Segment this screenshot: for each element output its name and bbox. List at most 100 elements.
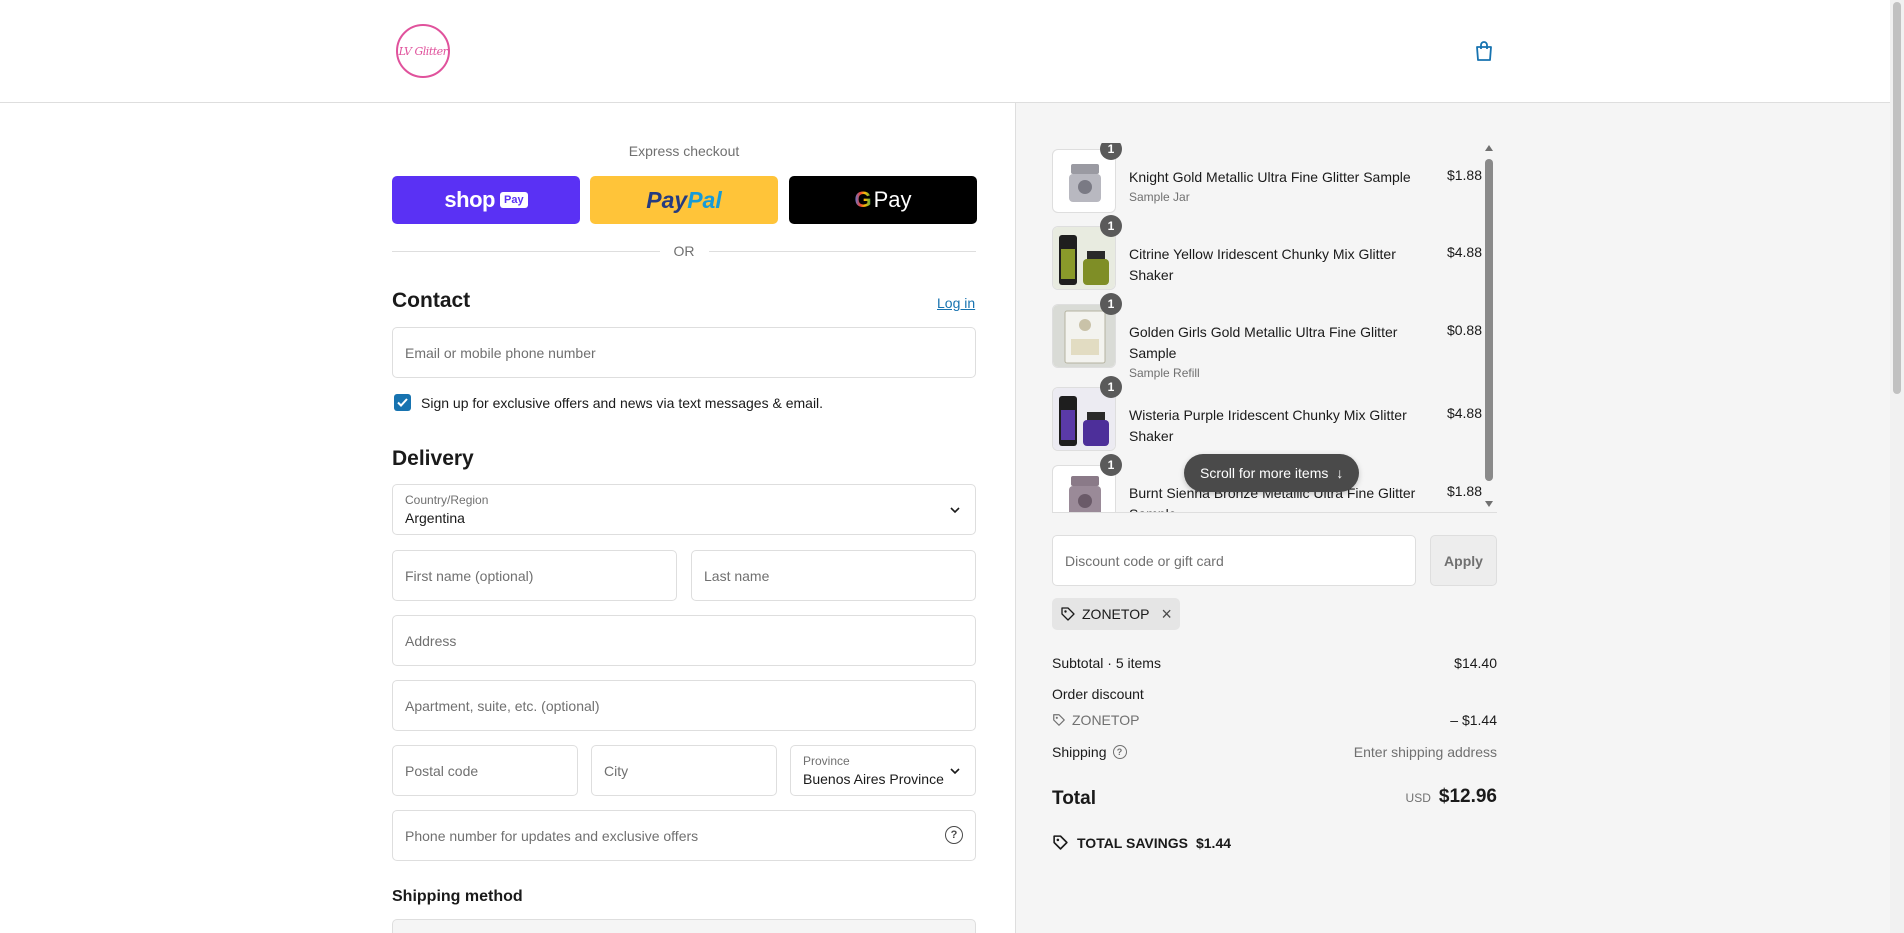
total-savings-row: TOTAL SAVINGS $1.44	[1052, 834, 1231, 851]
scroll-up-arrow-icon[interactable]	[1485, 145, 1493, 151]
shop-pay-button[interactable]: shop Pay	[392, 176, 580, 224]
currency-code: USD	[1405, 791, 1431, 805]
subtotal-row: Subtotal · 5 items $14.40	[1052, 655, 1497, 671]
arrow-down-icon: ↓	[1336, 465, 1344, 481]
check-icon	[397, 398, 408, 407]
postal-code-placeholder: Postal code	[405, 763, 479, 779]
apartment-placeholder: Apartment, suite, etc. (optional)	[405, 698, 600, 714]
last-name-placeholder: Last name	[704, 568, 770, 584]
contact-heading: Contact	[392, 289, 471, 312]
savings-value: $1.44	[1195, 834, 1232, 851]
store-logo[interactable]: LV Glitter	[396, 24, 450, 78]
total-value: $12.96	[1438, 786, 1497, 807]
item-price: $1.88	[1446, 483, 1482, 499]
item-price: $1.88	[1446, 167, 1482, 183]
shop-pay-tag: Pay	[499, 192, 528, 208]
subtotal-label: Subtotal · 5 items	[1052, 655, 1161, 671]
paypal-word-pal: Pal	[687, 186, 722, 213]
google-g-icon: G	[854, 187, 872, 212]
shop-pay-word: shop	[444, 187, 495, 212]
item-title: Wisteria Purple Iridescent Chunky Mix Gl…	[1129, 407, 1407, 444]
shipping-row: Shipping ? Enter shipping address	[1052, 744, 1497, 760]
province-select[interactable]: Province Buenos Aires Province	[790, 745, 976, 796]
paypal-word-pay: Pay	[646, 186, 688, 213]
city-placeholder: City	[604, 763, 629, 779]
tag-icon	[1061, 607, 1075, 621]
country-value: Argentina	[405, 510, 465, 526]
last-name-field[interactable]: Last name	[691, 550, 976, 601]
remove-discount-icon[interactable]: ×	[1161, 604, 1172, 625]
header: LV Glitter	[0, 0, 1890, 103]
google-pay-button[interactable]: G Pay	[789, 176, 977, 224]
item-title: Golden Girls Gold Metallic Ultra Fine Gl…	[1129, 324, 1398, 361]
scroll-for-more-button[interactable]: Scroll for more items ↓	[1184, 454, 1360, 492]
address-field[interactable]: Address	[392, 615, 976, 666]
quantity-badge: 1	[1100, 215, 1122, 237]
item-title: Citrine Yellow Iridescent Chunky Mix Gli…	[1129, 246, 1396, 283]
phone-placeholder: Phone number for updates and exclusive o…	[405, 828, 699, 844]
help-icon[interactable]: ?	[945, 826, 963, 844]
shopping-bag-icon[interactable]	[1474, 40, 1494, 62]
express-checkout-label: Express checkout	[628, 143, 740, 159]
google-pay-word: Pay	[873, 187, 912, 212]
quantity-badge: 1	[1100, 143, 1122, 160]
item-price: $0.88	[1446, 322, 1482, 338]
total-label: Total	[1052, 788, 1096, 809]
total-value-group: USD $12.96	[1406, 786, 1497, 808]
marketing-optin-label: Sign up for exclusive offers and news vi…	[421, 395, 824, 411]
subtotal-value: $14.40	[1454, 655, 1497, 671]
first-name-field[interactable]: First name (optional)	[392, 550, 677, 601]
login-link[interactable]: Log in	[937, 295, 975, 311]
country-select[interactable]: Country/Region Argentina	[392, 484, 976, 535]
marketing-optin-checkbox[interactable]	[394, 394, 411, 411]
quantity-badge: 1	[1100, 454, 1122, 476]
quantity-badge: 1	[1100, 376, 1122, 398]
or-divider: OR	[392, 242, 976, 260]
country-label: Country/Region	[405, 493, 489, 507]
scroll-hint-label: Scroll for more items	[1200, 465, 1329, 481]
discount-code-label: ZONETOP	[1072, 712, 1140, 728]
applied-discount-chip: ZONETOP ×	[1052, 598, 1180, 630]
chevron-down-icon	[950, 768, 960, 775]
scroll-down-arrow-icon[interactable]	[1485, 501, 1493, 507]
address-placeholder: Address	[405, 633, 457, 649]
page-scrollbar-thumb[interactable]	[1893, 2, 1901, 394]
first-name-placeholder: First name (optional)	[405, 568, 534, 584]
shipping-method-heading: Shipping method	[392, 888, 523, 905]
shipping-method-box	[392, 919, 976, 933]
paypal-button[interactable]: PayPal	[590, 176, 778, 224]
item-variant: Sample Refill	[1129, 366, 1200, 380]
help-icon[interactable]: ?	[1112, 745, 1127, 759]
page-scrollbar[interactable]	[1890, 0, 1904, 933]
checkout-page: LV Glitter Express checkout shop Pay Pay…	[0, 0, 1904, 933]
apply-discount-button[interactable]: Apply	[1430, 535, 1497, 586]
scrollbar-thumb[interactable]	[1485, 159, 1493, 481]
discount-code-row: ZONETOP – $1.44	[1052, 712, 1497, 730]
applied-code-text: ZONETOP	[1082, 606, 1150, 622]
item-price: $4.88	[1446, 405, 1482, 421]
phone-field[interactable]: Phone number for updates and exclusive o…	[392, 810, 976, 861]
email-placeholder: Email or mobile phone number	[405, 345, 596, 361]
shipping-label: Shipping	[1052, 744, 1107, 760]
province-value: Buenos Aires Province	[803, 771, 944, 787]
quantity-badge: 1	[1100, 293, 1122, 315]
item-price: $4.88	[1446, 244, 1482, 260]
apartment-field[interactable]: Apartment, suite, etc. (optional)	[392, 680, 976, 731]
item-title: Knight Gold Metallic Ultra Fine Glitter …	[1129, 169, 1411, 185]
tag-icon	[1053, 714, 1065, 726]
province-label: Province	[803, 754, 850, 768]
chevron-down-icon	[950, 507, 960, 514]
delivery-heading: Delivery	[392, 447, 474, 470]
postal-code-field[interactable]: Postal code	[392, 745, 578, 796]
cart-items-scrollbar[interactable]	[1482, 143, 1496, 513]
logo-text: LV Glitter	[398, 44, 448, 58]
discount-placeholder: Discount code or gift card	[1065, 553, 1224, 569]
city-field[interactable]: City	[591, 745, 777, 796]
savings-label: TOTAL SAVINGS	[1077, 834, 1188, 851]
discount-code-field[interactable]: Discount code or gift card	[1052, 535, 1416, 586]
or-text: OR	[673, 243, 695, 259]
email-field[interactable]: Email or mobile phone number	[392, 327, 976, 378]
tag-icon	[1053, 835, 1068, 850]
discount-value: – $1.44	[1450, 712, 1497, 728]
order-discount-row: Order discount	[1052, 686, 1497, 702]
